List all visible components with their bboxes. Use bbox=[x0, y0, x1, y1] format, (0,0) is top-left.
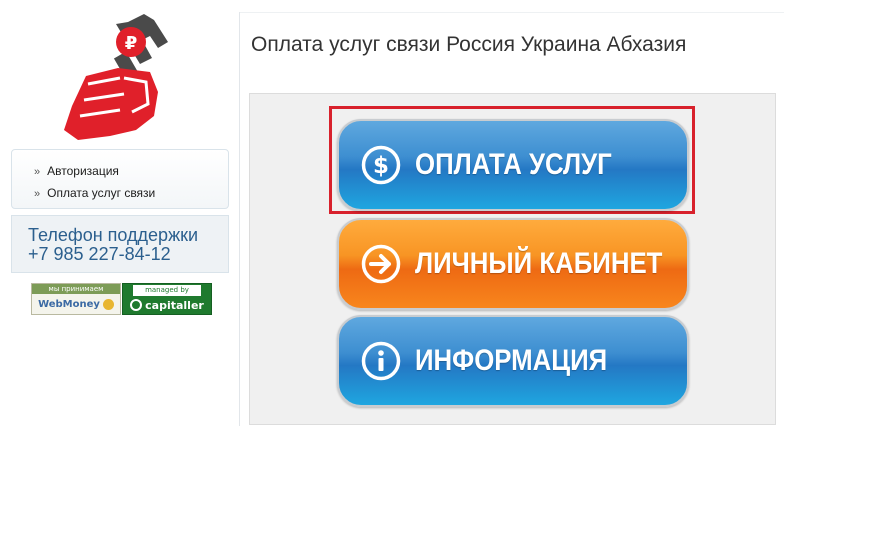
capitaller-badge[interactable]: managed by capitaller bbox=[122, 283, 212, 315]
content-top-border bbox=[239, 12, 784, 13]
personal-account-label: ЛИЧНЫЙ КАБИНЕТ bbox=[415, 247, 663, 280]
ruble-coin-icon: ₽ bbox=[116, 27, 146, 57]
personal-account-button[interactable]: ЛИЧНЫЙ КАБИНЕТ bbox=[337, 218, 689, 310]
bullet-icon: » bbox=[34, 188, 41, 200]
page-title: Оплата услуг связи Россия Украина Абхази… bbox=[251, 33, 687, 56]
capitaller-logo-icon bbox=[130, 299, 143, 311]
webmoney-coin-icon bbox=[102, 298, 114, 310]
pay-services-button[interactable]: $ ОПЛАТА УСЛУГ bbox=[337, 119, 689, 211]
content-left-border bbox=[239, 12, 240, 426]
logo: ₽ bbox=[64, 14, 168, 140]
sidebar-item-label: Авторизация bbox=[47, 164, 119, 178]
information-button[interactable]: ИНФОРМАЦИЯ bbox=[337, 315, 689, 407]
support-phone-label: Телефон поддержки bbox=[28, 225, 199, 245]
fist-icon bbox=[64, 68, 158, 140]
webmoney-badge[interactable]: мы принимаем WebMoney bbox=[31, 283, 121, 315]
bullet-icon: » bbox=[34, 166, 41, 178]
svg-text:₽: ₽ bbox=[125, 33, 138, 54]
sidebar-nav: » Авторизация » Оплата услуг связи bbox=[11, 149, 229, 209]
webmoney-badge-caption: мы принимаем bbox=[32, 284, 120, 294]
pay-services-label: ОПЛАТА УСЛУГ bbox=[415, 148, 612, 181]
sidebar-item-label: Оплата услуг связи bbox=[47, 186, 156, 200]
arrow-right-icon bbox=[361, 244, 401, 284]
support-phone-box: Телефон поддержки +7 985 227-84-12 bbox=[11, 215, 229, 273]
sidebar-item-authorization[interactable]: » Авторизация bbox=[34, 160, 228, 182]
info-icon bbox=[361, 341, 401, 381]
information-label: ИНФОРМАЦИЯ bbox=[415, 344, 608, 377]
capitaller-badge-label: capitaller bbox=[145, 298, 204, 312]
svg-text:$: $ bbox=[373, 153, 389, 179]
webmoney-badge-label: WebMoney bbox=[38, 298, 100, 310]
capitaller-badge-caption: managed by bbox=[133, 285, 201, 296]
sidebar-item-payment[interactable]: » Оплата услуг связи bbox=[34, 182, 228, 204]
support-phone-number: +7 985 227-84-12 bbox=[28, 244, 171, 264]
dollar-icon: $ bbox=[361, 145, 401, 185]
